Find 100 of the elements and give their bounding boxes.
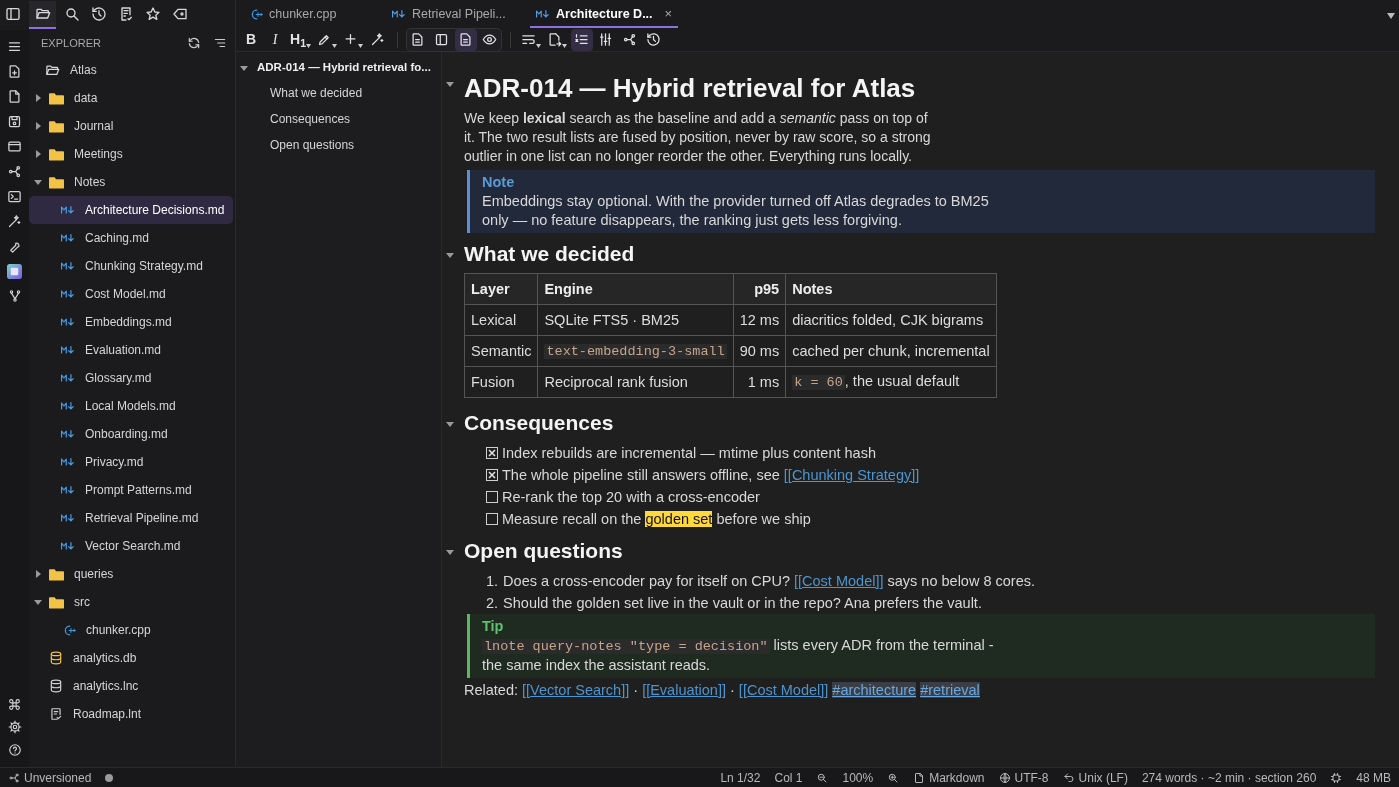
editor-tab[interactable]: chunker.cpp	[242, 2, 382, 28]
bold-button[interactable]: B	[240, 28, 262, 51]
task-text: Measure recall on the golden set before we ship	[502, 509, 811, 529]
app-icon[interactable]	[7, 264, 22, 279]
tree-item[interactable]: data	[29, 84, 233, 112]
caret-icon[interactable]	[34, 94, 42, 102]
section-heading: What we decided	[464, 241, 635, 267]
outline-item[interactable]: Open questions	[236, 132, 441, 158]
new-file-icon[interactable]	[7, 64, 22, 79]
terminal-icon[interactable]	[7, 189, 22, 204]
wiki-link[interactable]: [[Cost Model]]	[794, 572, 884, 589]
explorer-title: EXPLORER	[41, 35, 102, 51]
tree-item[interactable]: Embeddings.md	[29, 308, 233, 336]
caret-icon[interactable]	[34, 598, 42, 606]
status-item[interactable]: UTF-8	[998, 768, 1049, 787]
wiki-link[interactable]: [[Chunking Strategy]]	[783, 466, 920, 483]
tree-item[interactable]: analytics.lnc	[29, 672, 233, 700]
file-icon[interactable]	[7, 89, 22, 104]
dropdown-caret-icon	[331, 43, 337, 48]
memory-chip-icon[interactable]	[1330, 771, 1343, 784]
tree-item[interactable]: Prompt Patterns.md	[29, 476, 233, 504]
fold-caret-icon[interactable]	[446, 420, 454, 429]
tree-item[interactable]: Architecture Decisions.md	[29, 196, 233, 224]
tree-item[interactable]: Cost Model.md	[29, 280, 233, 308]
markdown-icon	[61, 287, 75, 301]
tree-item[interactable]: Vector Search.md	[29, 532, 233, 560]
return-icon	[1062, 771, 1075, 784]
markdown-icon	[536, 7, 550, 21]
status-item[interactable]: Markdown	[913, 768, 985, 787]
italic-button[interactable]: I	[264, 28, 286, 51]
tree-item[interactable]: Notes	[29, 168, 233, 196]
tree-item[interactable]: Atlas	[29, 56, 233, 84]
tree-item[interactable]: Glossary.md	[29, 364, 233, 392]
tree-item[interactable]: Caching.md	[29, 224, 233, 252]
status-text: 100%	[842, 769, 874, 787]
list-item-text: Should the golden set live in the vault or in the repo? Ana prefers the vault.	[503, 593, 982, 613]
outline-item[interactable]: What we decided	[236, 80, 441, 106]
zoom-out-icon[interactable]	[816, 771, 829, 784]
column-header: Notes	[785, 273, 997, 305]
tree-item[interactable]: Privacy.md	[29, 448, 233, 476]
list-icon[interactable]	[213, 36, 227, 50]
caret-icon[interactable]	[34, 178, 42, 186]
document-button[interactable]	[454, 28, 477, 51]
markdown-icon	[61, 511, 75, 525]
globe-icon	[998, 771, 1011, 784]
outline-item[interactable]: ADR-014 — Hybrid retrieval fo...	[236, 56, 441, 80]
tree-item[interactable]: Onboarding.md	[29, 420, 233, 448]
magic-wand-icon[interactable]	[7, 214, 22, 229]
wiki-link[interactable]: [[Cost Model]]	[738, 682, 829, 698]
settings-icon[interactable]	[7, 720, 22, 734]
share-icon[interactable]	[7, 164, 22, 179]
caret-icon[interactable]	[34, 570, 42, 578]
command-icon[interactable]	[8, 698, 21, 711]
fold-caret-icon[interactable]	[446, 251, 454, 260]
tree-item[interactable]: Evaluation.md	[29, 336, 233, 364]
fold-caret-icon[interactable]	[446, 80, 454, 89]
caret-icon[interactable]	[34, 150, 42, 158]
history-icon	[91, 6, 107, 22]
fold-caret-icon[interactable]	[446, 548, 454, 557]
checkbox[interactable]	[486, 469, 498, 481]
outline-item[interactable]: Consequences	[236, 106, 441, 132]
tree-item[interactable]: Chunking Strategy.md	[29, 252, 233, 280]
tree-item[interactable]: src	[29, 588, 233, 616]
wiki-link[interactable]: [[Evaluation]]	[642, 682, 726, 698]
numbered-list-button[interactable]	[570, 28, 593, 51]
list-number: 2.	[486, 593, 499, 613]
checkbox[interactable]	[486, 513, 498, 525]
tree-item[interactable]: Local Models.md	[29, 392, 233, 420]
wiki-link[interactable]: [[Vector Search]]	[522, 682, 630, 698]
checkbox[interactable]	[486, 447, 498, 459]
table-cell: diacritics folded, CJK bigrams	[785, 304, 997, 336]
editor-tab[interactable]: Retrieval Pipeli...	[386, 2, 526, 28]
folder-tab[interactable]	[29, 1, 56, 29]
window-icon[interactable]	[7, 139, 22, 154]
folder-icon	[49, 567, 64, 581]
status-item[interactable]: Unversioned	[8, 768, 92, 787]
caret-icon[interactable]	[240, 64, 248, 72]
section-heading: Consequences	[464, 410, 614, 436]
menu-icon[interactable]	[7, 39, 22, 54]
tag-link[interactable]: #architecture	[832, 682, 917, 698]
tree-item[interactable]: Meetings	[29, 140, 233, 168]
refresh-icon[interactable]	[187, 36, 201, 50]
tree-item[interactable]: Retrieval Pipeline.md	[29, 504, 233, 532]
tag-link[interactable]: #retrieval	[920, 682, 980, 698]
checkbox[interactable]	[486, 491, 498, 503]
heading-button[interactable]: H$_{1}$	[288, 28, 313, 51]
column-header: Layer	[464, 273, 538, 305]
tree-item[interactable]: Journal	[29, 112, 233, 140]
status-item[interactable]: Unix (LF)	[1062, 768, 1128, 787]
tree-item[interactable]: queries	[29, 560, 233, 588]
tree-item[interactable]: Roadmap.lnt	[29, 700, 233, 728]
tree-item[interactable]: chunker.cpp	[29, 616, 233, 644]
overflow-menu-icon[interactable]	[1387, 13, 1395, 19]
save-icon[interactable]	[7, 114, 22, 129]
zoom-in-icon[interactable]	[887, 771, 900, 784]
dropdown-caret-icon	[535, 43, 541, 48]
help-icon[interactable]	[7, 743, 22, 757]
tree-item[interactable]: analytics.db	[29, 644, 233, 672]
folder-icon	[34, 6, 51, 22]
caret-icon[interactable]	[34, 122, 42, 130]
